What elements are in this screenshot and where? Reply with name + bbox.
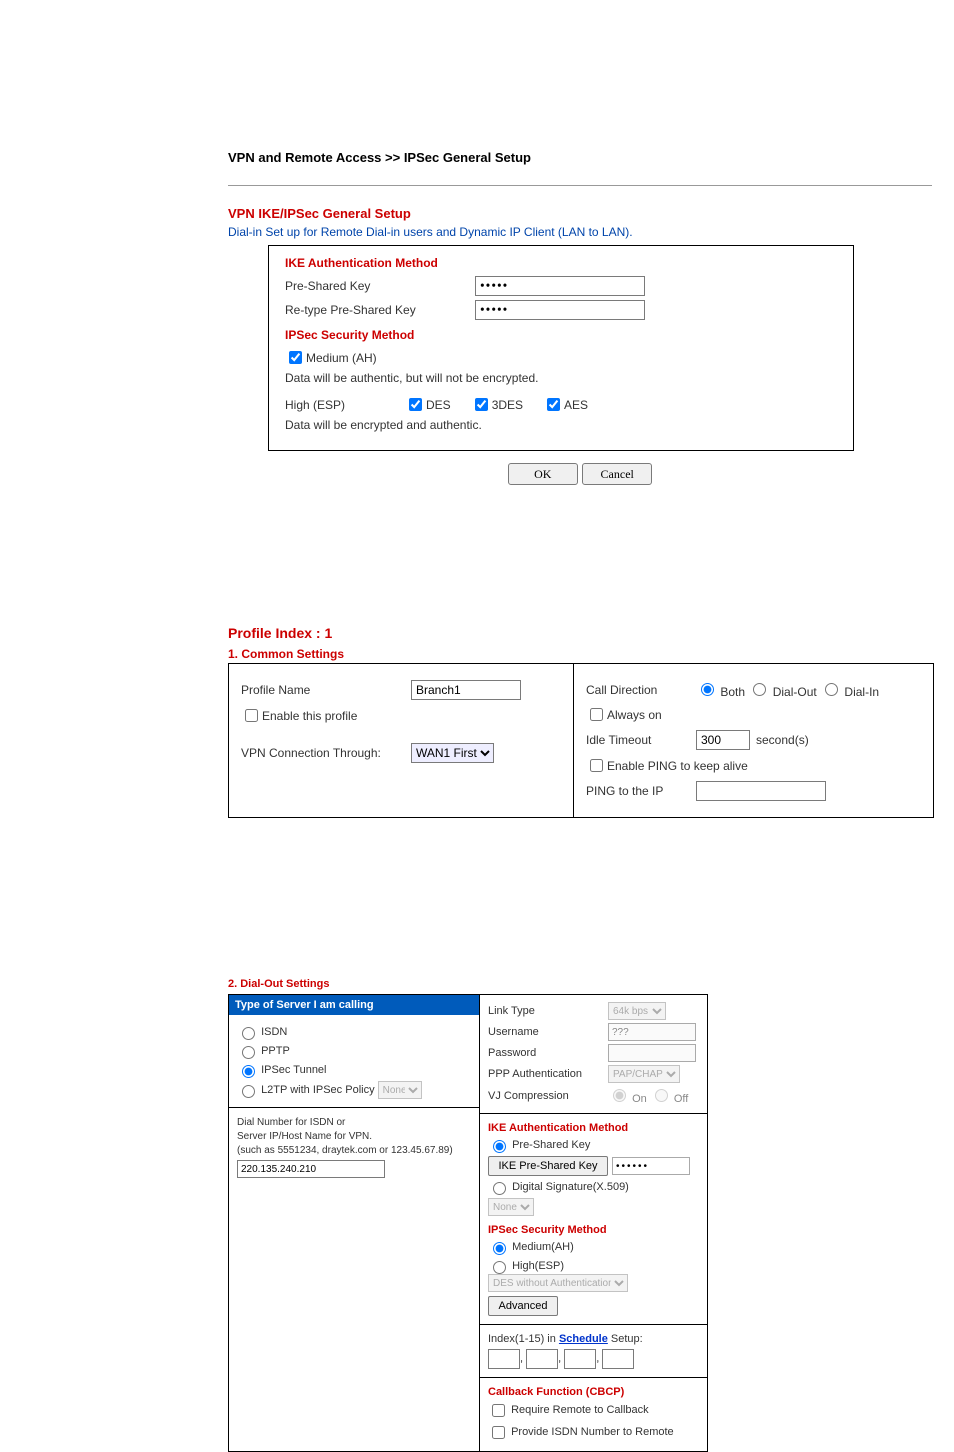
- ping-ip-input[interactable]: [696, 781, 826, 801]
- ping-ip-label: PING to the IP: [586, 784, 696, 798]
- vj-off: Off: [650, 1093, 689, 1105]
- password-input: [608, 1044, 696, 1062]
- username-input: [608, 1023, 696, 1041]
- call-direction-label: Call Direction: [586, 683, 696, 697]
- calldir-dialout[interactable]: Dial-Out: [748, 680, 816, 699]
- common-settings-box: Profile Name Enable this profile VPN Con…: [228, 663, 934, 818]
- server-type-l2tp[interactable]: L2TP with IPSec Policy: [237, 1084, 375, 1096]
- server-type-isdn[interactable]: ISDN: [237, 1026, 287, 1038]
- ipsec-general-box: IKE Authentication Method Pre-Shared Key…: [268, 245, 854, 451]
- dialout-header: 2. Dial-Out Settings: [228, 978, 706, 990]
- advanced-button[interactable]: Advanced: [488, 1296, 558, 1316]
- ppp-auth-select: PAP/CHAP: [608, 1065, 680, 1083]
- enable-ping-checkbox[interactable]: [590, 759, 603, 772]
- breadcrumb: VPN and Remote Access >> IPSec General S…: [228, 150, 932, 165]
- high-esp-label: High (ESP): [285, 398, 405, 412]
- ipsec-sec-method-header2: IPSec Security Method: [488, 1224, 699, 1236]
- aes-checkbox[interactable]: [547, 398, 560, 411]
- ike-psk-button[interactable]: IKE Pre-Shared Key: [488, 1156, 608, 1176]
- sched-1[interactable]: [488, 1349, 520, 1369]
- profile-index-title: Profile Index : 1: [228, 625, 932, 641]
- cbcp-require[interactable]: Require Remote to Callback: [488, 1404, 649, 1416]
- sec-high-radio[interactable]: High(ESP): [488, 1260, 564, 1272]
- psk-label: Pre-Shared Key: [285, 279, 475, 293]
- medium-desc: Data will be authentic, but will not be …: [285, 371, 538, 385]
- sec-high-select: DES without Authentication: [488, 1274, 628, 1292]
- des-checkbox[interactable]: [409, 398, 422, 411]
- divider: [228, 185, 932, 186]
- sched-4[interactable]: [602, 1349, 634, 1369]
- ike-psk-display: [612, 1157, 690, 1175]
- cbcp-provide[interactable]: Provide ISDN Number to Remote: [488, 1426, 674, 1438]
- password-label: Password: [488, 1047, 608, 1059]
- sched-label-pre: Index(1-15) in: [488, 1333, 559, 1345]
- server-type-pptp[interactable]: PPTP: [237, 1045, 290, 1057]
- link-type-select: 64k bps: [608, 1002, 666, 1020]
- sched-3[interactable]: [564, 1349, 596, 1369]
- dialout-type-header: Type of Server I am calling: [229, 995, 479, 1015]
- server-desc: Dial Number for ISDN or Server IP/Host N…: [237, 1116, 471, 1158]
- tdes-label: 3DES: [492, 398, 523, 412]
- ppp-auth-label: PPP Authentication: [488, 1068, 608, 1080]
- username-label: Username: [488, 1026, 608, 1038]
- cbcp-header: Callback Function (CBCP): [488, 1386, 699, 1398]
- calldir-both[interactable]: Both: [696, 680, 745, 699]
- vpn-through-select[interactable]: WAN1 First: [411, 743, 494, 763]
- schedule-link[interactable]: Schedule: [559, 1333, 608, 1345]
- repsk-input[interactable]: [475, 300, 645, 320]
- psk-input[interactable]: [475, 276, 645, 296]
- calldir-dialin[interactable]: Dial-In: [820, 680, 879, 699]
- ike-auth-header: IKE Authentication Method: [285, 256, 837, 270]
- vpn-through-label: VPN Connection Through:: [241, 746, 411, 760]
- ipsec-general-desc: Dial-in Set up for Remote Dial-in users …: [228, 225, 932, 239]
- vj-on: On: [608, 1093, 647, 1105]
- psk-radio[interactable]: Pre-Shared Key: [488, 1139, 590, 1151]
- aes-label: AES: [564, 398, 588, 412]
- l2tp-policy-select: None: [378, 1081, 422, 1099]
- always-on-label: Always on: [607, 708, 662, 722]
- profile-name-label: Profile Name: [241, 683, 411, 697]
- sched-2[interactable]: [526, 1349, 558, 1369]
- sec-medium-radio[interactable]: Medium(AH): [488, 1241, 574, 1253]
- always-on-checkbox[interactable]: [590, 708, 603, 721]
- profile-name-input[interactable]: [411, 680, 521, 700]
- vj-label: VJ Compression: [488, 1090, 608, 1102]
- idle-timeout-label: Idle Timeout: [586, 733, 696, 747]
- ipsec-sec-method-header: IPSec Security Method: [285, 328, 837, 342]
- sched-label-post: Setup:: [608, 1333, 643, 1345]
- cancel-button[interactable]: Cancel: [582, 463, 652, 485]
- medium-ah-checkbox[interactable]: [289, 351, 302, 364]
- enable-profile-label: Enable this profile: [262, 709, 357, 723]
- server-address-input[interactable]: [237, 1160, 385, 1178]
- high-desc: Data will be encrypted and authentic.: [285, 418, 482, 432]
- des-label: DES: [426, 398, 451, 412]
- dsig-select: None: [488, 1198, 534, 1216]
- enable-profile-checkbox[interactable]: [245, 709, 258, 722]
- ipsec-general-heading: VPN IKE/IPSec General Setup: [228, 206, 932, 221]
- server-type-ipsec[interactable]: IPSec Tunnel: [237, 1064, 327, 1076]
- tdes-checkbox[interactable]: [475, 398, 488, 411]
- idle-timeout-input[interactable]: [696, 730, 750, 750]
- enable-ping-label: Enable PING to keep alive: [607, 759, 748, 773]
- ok-button[interactable]: OK: [508, 463, 578, 485]
- dsig-radio[interactable]: Digital Signature(X.509): [488, 1181, 629, 1193]
- ike-auth-method-header: IKE Authentication Method: [488, 1122, 699, 1134]
- idle-unit: second(s): [756, 733, 809, 747]
- repsk-label: Re-type Pre-Shared Key: [285, 303, 475, 317]
- common-settings-header: 1. Common Settings: [228, 647, 932, 661]
- link-type-label: Link Type: [488, 1005, 608, 1017]
- medium-ah-label: Medium (AH): [306, 351, 377, 365]
